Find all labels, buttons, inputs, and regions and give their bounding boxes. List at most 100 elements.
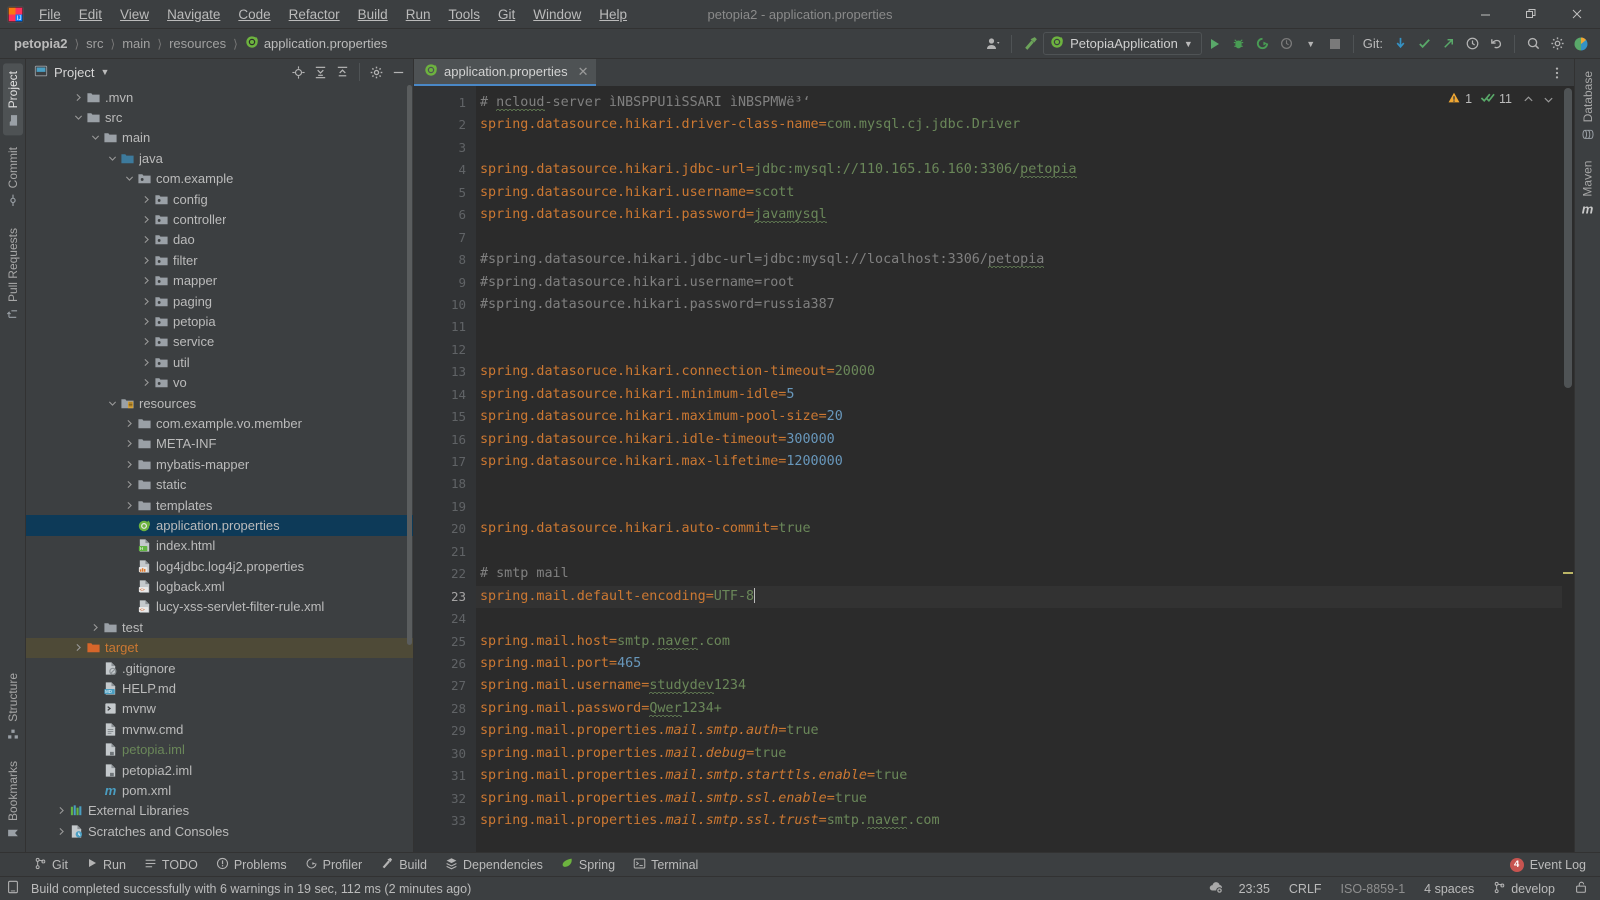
editor-tab-application-properties[interactable]: application.properties ✕ (414, 59, 597, 86)
code-line[interactable] (476, 473, 1562, 495)
menu-item-build[interactable]: Build (349, 4, 397, 25)
code-line[interactable]: spring.datasource.hikari.auto-commit=tru… (476, 518, 1562, 540)
run-with-coverage-button[interactable] (1252, 33, 1274, 55)
chevron-down-icon[interactable]: ▼ (100, 67, 109, 77)
bottom-tab-profiler[interactable]: Profiler (297, 855, 371, 875)
chevron-down-icon[interactable] (1540, 91, 1556, 107)
search-everywhere-icon[interactable] (1522, 33, 1544, 55)
tree-node-vo[interactable]: vo (26, 372, 413, 392)
menu-item-tools[interactable]: Tools (439, 4, 489, 25)
chevron-right-icon[interactable] (140, 195, 153, 204)
event-log-button[interactable]: 4 Event Log (1504, 856, 1592, 874)
chevron-down-icon[interactable] (123, 174, 136, 183)
chevron-right-icon[interactable] (123, 480, 136, 489)
chevron-right-icon[interactable] (140, 235, 153, 244)
stop-button[interactable] (1324, 33, 1346, 55)
chevron-up-icon[interactable] (1520, 91, 1536, 107)
code-line[interactable]: #spring.datasource.hikari.password=russi… (476, 294, 1562, 316)
bottom-tab-build[interactable]: Build (372, 854, 435, 875)
cloud-sync-icon[interactable] (1208, 879, 1224, 898)
tree-node-gitignore[interactable]: .gitignore (26, 658, 413, 678)
tree-node-meta-inf[interactable]: META-INF (26, 434, 413, 454)
sidebar-tab-maven[interactable]: m Maven (1577, 153, 1598, 223)
sidebar-tab-bookmarks[interactable]: Bookmarks (3, 753, 23, 848)
menu-item-code[interactable]: Code (229, 4, 279, 25)
indent-setting[interactable]: 4 spaces (1420, 880, 1478, 898)
bottom-tab-run[interactable]: Run (78, 855, 134, 874)
menu-item-refactor[interactable]: Refactor (280, 4, 349, 25)
code-line[interactable] (476, 137, 1562, 159)
status-message[interactable]: Build completed successfully with 6 warn… (27, 880, 475, 898)
editor-scrollbar[interactable] (1562, 86, 1574, 852)
update-project-icon[interactable] (1389, 33, 1411, 55)
tree-node-target[interactable]: target (26, 637, 413, 658)
code-line[interactable] (476, 541, 1562, 563)
sidebar-tab-database[interactable]: Database (1578, 63, 1598, 149)
code-line[interactable]: spring.datasource.hikari.password=javamy… (476, 204, 1562, 226)
chevron-right-icon[interactable] (55, 827, 68, 836)
chevron-right-icon[interactable] (123, 460, 136, 469)
minimize-button[interactable] (1462, 0, 1508, 29)
expand-all-icon[interactable] (310, 62, 331, 83)
code-line[interactable] (476, 339, 1562, 361)
tree-node-log4jdbc-log4j2-properties[interactable]: log4jdbc.log4j2.properties (26, 556, 413, 576)
chevron-right-icon[interactable] (140, 215, 153, 224)
inspection-widget[interactable]: 1 11 (1447, 90, 1556, 108)
chevron-right-icon[interactable] (140, 276, 153, 285)
bottom-tab-todo[interactable]: TODO (136, 855, 206, 875)
tree-node-pom-xml[interactable]: m pom.xml (26, 780, 413, 800)
run-configuration-selector[interactable]: PetopiaApplication ▼ (1043, 32, 1202, 55)
code-line[interactable] (476, 608, 1562, 630)
tree-node-petopia-iml[interactable]: petopia.iml (26, 740, 413, 760)
file-encoding[interactable]: ISO-8859-1 (1337, 880, 1410, 898)
chevron-down-icon[interactable] (106, 399, 119, 408)
tree-node-paging[interactable]: paging (26, 291, 413, 311)
menu-bar[interactable]: File Edit View Navigate Code Refactor Bu… (30, 4, 636, 25)
menu-item-help[interactable]: Help (590, 4, 636, 25)
tree-node-util[interactable]: util (26, 352, 413, 372)
code-line[interactable]: spring.mail.properties.mail.smtp.ssl.tru… (476, 810, 1562, 832)
caret-position[interactable]: 23:35 (1235, 880, 1274, 898)
debug-button[interactable] (1228, 33, 1250, 55)
tree-node-mvnw-cmd[interactable]: mvnw.cmd (26, 719, 413, 739)
tree-node-service[interactable]: service (26, 332, 413, 352)
chevron-right-icon[interactable] (140, 378, 153, 387)
code-line[interactable]: spring.mail.port=465 (476, 653, 1562, 675)
line-separator[interactable]: CRLF (1285, 880, 1326, 898)
bottom-tab-git[interactable]: Git (26, 855, 76, 875)
menu-item-run[interactable]: Run (397, 4, 440, 25)
tree-node-logback-xml[interactable]: <> logback.xml (26, 576, 413, 596)
close-button[interactable] (1554, 0, 1600, 29)
rollback-icon[interactable] (1485, 33, 1507, 55)
scrollbar-thumb[interactable] (407, 85, 412, 645)
build-hammer-icon[interactable] (1019, 33, 1041, 55)
sidebar-tab-pull-requests[interactable]: Pull Requests (3, 220, 23, 329)
code-line[interactable] (476, 316, 1562, 338)
bottom-tab-problems[interactable]: Problems (208, 855, 295, 875)
code-line[interactable]: spring.datasoruce.hikari.connection-time… (476, 361, 1562, 383)
chevron-right-icon[interactable] (140, 358, 153, 367)
chevron-down-icon[interactable] (89, 133, 102, 142)
code-line[interactable]: # smtp mail (476, 563, 1562, 585)
run-button[interactable] (1204, 33, 1226, 55)
tree-node-mapper[interactable]: mapper (26, 271, 413, 291)
breadcrumb-item-project[interactable]: petopia2 (8, 34, 73, 53)
ide-assistant-icon[interactable] (1570, 33, 1592, 55)
code-editor[interactable]: 1 2 3 4 5 6 7 8 9 10 11 12 13 14 15 16 17 18 19 20 21 22 23 24 2… (414, 86, 1574, 852)
menu-item-window[interactable]: Window (524, 4, 590, 25)
code-line[interactable]: spring.mail.host=smtp.naver.com (476, 631, 1562, 653)
tree-node-mvn[interactable]: .mvn (26, 87, 413, 107)
code-line[interactable]: spring.mail.properties.mail.debug=true (476, 743, 1562, 765)
bottom-tab-terminal[interactable]: Terminal (625, 855, 706, 875)
breadcrumb-item-main[interactable]: main (116, 34, 156, 53)
tree-node-help-md[interactable]: MD HELP.md (26, 678, 413, 698)
tree-node-petopia2-iml[interactable]: petopia2.iml (26, 760, 413, 780)
git-branch-widget[interactable]: develop (1489, 879, 1559, 899)
tree-node-com-example-vo-member[interactable]: com.example.vo.member (26, 413, 413, 433)
chevron-right-icon[interactable] (123, 501, 136, 510)
tree-node-java[interactable]: java (26, 148, 413, 168)
code-line[interactable] (476, 227, 1562, 249)
chevron-right-icon[interactable] (72, 643, 85, 652)
tree-node-static[interactable]: static (26, 474, 413, 494)
menu-item-file[interactable]: File (30, 4, 70, 25)
